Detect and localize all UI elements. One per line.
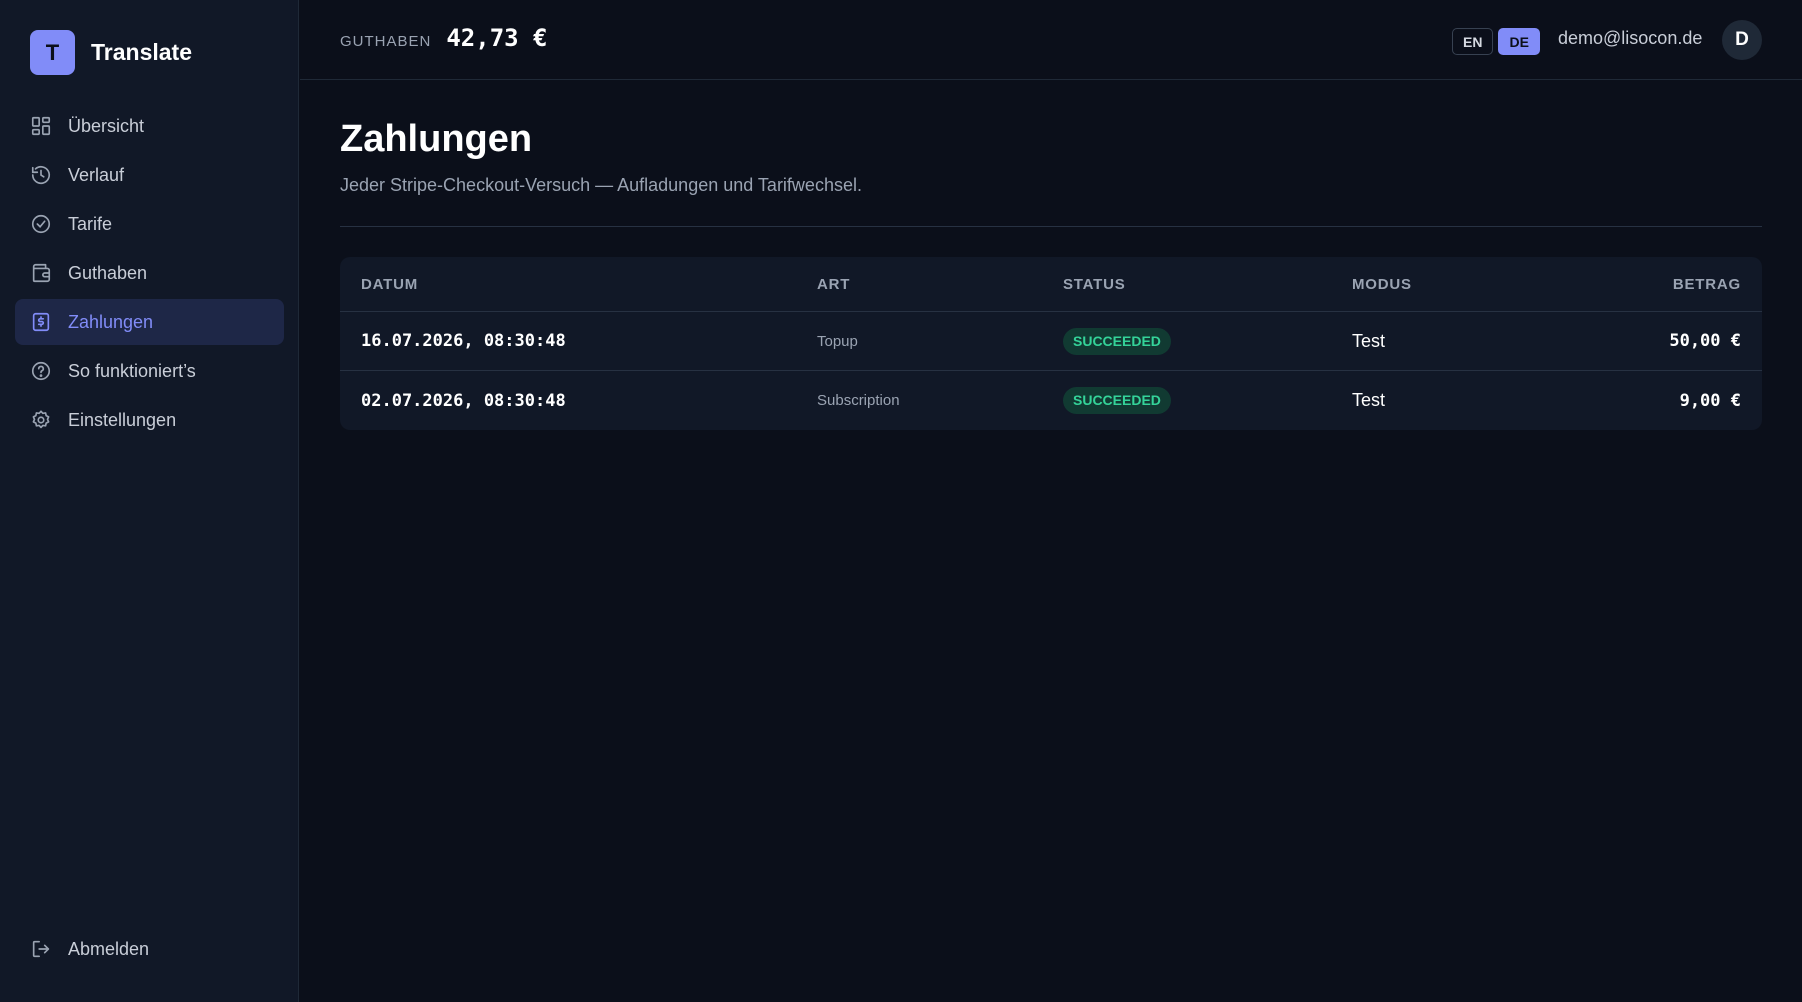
sidebar-item-how-it-works[interactable]: So funktioniert’s bbox=[15, 348, 284, 394]
history-icon bbox=[30, 164, 52, 186]
payments-table: DATUM ART STATUS MODUS BETRAG 16.07.2026… bbox=[340, 257, 1762, 430]
lang-de-button[interactable]: DE bbox=[1498, 28, 1540, 55]
logout-button[interactable]: Abmelden bbox=[15, 926, 284, 972]
cell-status: SUCCEEDED bbox=[1063, 387, 1352, 414]
cell-amount: 50,00 € bbox=[1669, 331, 1741, 351]
logout-icon bbox=[30, 938, 52, 960]
wallet-icon bbox=[30, 262, 52, 284]
table-row[interactable]: 02.07.2026, 08:30:48 Subscription SUCCEE… bbox=[340, 371, 1762, 430]
language-switcher: EN DE bbox=[1452, 28, 1540, 55]
cell-status: SUCCEEDED bbox=[1063, 327, 1352, 355]
sidebar-item-history[interactable]: Verlauf bbox=[15, 152, 284, 198]
user-email: demo@lisocon.de bbox=[1558, 28, 1703, 48]
sidebar-item-plans[interactable]: Tarife bbox=[15, 201, 284, 247]
balance-label: GUTHABEN bbox=[340, 33, 432, 50]
dashboard-icon bbox=[30, 115, 52, 137]
cell-date: 16.07.2026, 08:30:48 bbox=[361, 331, 566, 351]
column-header-date: DATUM bbox=[361, 275, 419, 293]
sidebar-nav: Übersicht Verlauf Tarife Guthaben Zahlun… bbox=[15, 103, 284, 446]
receipt-dollar-icon bbox=[30, 311, 52, 333]
cell-mode: Test bbox=[1352, 330, 1386, 351]
brand-logo: T bbox=[30, 30, 75, 75]
top-header: GUTHABEN 42,73 € EN DE demo@lisocon.de D bbox=[300, 0, 1802, 80]
sidebar-item-label: Einstellungen bbox=[68, 409, 177, 430]
main-content: Zahlungen Jeder Stripe-Checkout-Versuch … bbox=[340, 80, 1762, 430]
page-subtitle: Jeder Stripe-Checkout-Versuch — Aufladun… bbox=[340, 175, 862, 195]
divider bbox=[340, 226, 1762, 227]
help-circle-icon bbox=[30, 360, 52, 382]
gear-icon bbox=[30, 409, 52, 431]
sidebar-item-label: So funktioniert’s bbox=[68, 360, 196, 381]
check-circle-icon bbox=[30, 213, 52, 235]
column-header-mode: MODUS bbox=[1352, 275, 1412, 293]
lang-en-button[interactable]: EN bbox=[1452, 28, 1494, 55]
sidebar-item-payments[interactable]: Zahlungen bbox=[15, 299, 284, 345]
column-header-status: STATUS bbox=[1063, 275, 1126, 293]
logout-label: Abmelden bbox=[68, 938, 150, 959]
sidebar-item-overview[interactable]: Übersicht bbox=[15, 103, 284, 149]
balance-value: 42,73 € bbox=[446, 24, 548, 52]
sidebar-item-label: Guthaben bbox=[68, 262, 148, 283]
cell-mode: Test bbox=[1352, 390, 1386, 410]
brand[interactable]: T Translate bbox=[30, 30, 192, 75]
sidebar-item-settings[interactable]: Einstellungen bbox=[15, 397, 284, 443]
sidebar-item-label: Verlauf bbox=[68, 164, 125, 185]
sidebar-item-label: Tarife bbox=[68, 213, 113, 234]
table-header: DATUM ART STATUS MODUS BETRAG bbox=[340, 257, 1762, 312]
column-header-amount: BETRAG bbox=[1672, 275, 1741, 293]
cell-amount: 9,00 € bbox=[1679, 390, 1741, 411]
sidebar-item-label: Übersicht bbox=[68, 115, 145, 136]
page-title: Zahlungen bbox=[340, 118, 533, 160]
balance-display: GUTHABEN 42,73 € bbox=[340, 24, 548, 52]
cell-type: Topup bbox=[817, 332, 858, 350]
status-badge: SUCCEEDED bbox=[1063, 327, 1171, 355]
column-header-type: ART bbox=[817, 275, 851, 293]
avatar[interactable]: D bbox=[1722, 20, 1762, 60]
table-row[interactable]: 16.07.2026, 08:30:48 Topup SUCCEEDED Tes… bbox=[340, 312, 1762, 371]
cell-date: 02.07.2026, 08:30:48 bbox=[361, 390, 566, 411]
brand-name: Translate bbox=[91, 39, 192, 65]
status-badge: SUCCEEDED bbox=[1063, 387, 1171, 414]
sidebar-item-label: Zahlungen bbox=[68, 311, 154, 332]
sidebar-item-credit[interactable]: Guthaben bbox=[15, 250, 284, 296]
logout-section: Abmelden bbox=[15, 926, 284, 975]
cell-type: Subscription bbox=[817, 392, 900, 409]
sidebar: T Translate Übersicht Verlauf Tarife Gut… bbox=[0, 0, 299, 1002]
